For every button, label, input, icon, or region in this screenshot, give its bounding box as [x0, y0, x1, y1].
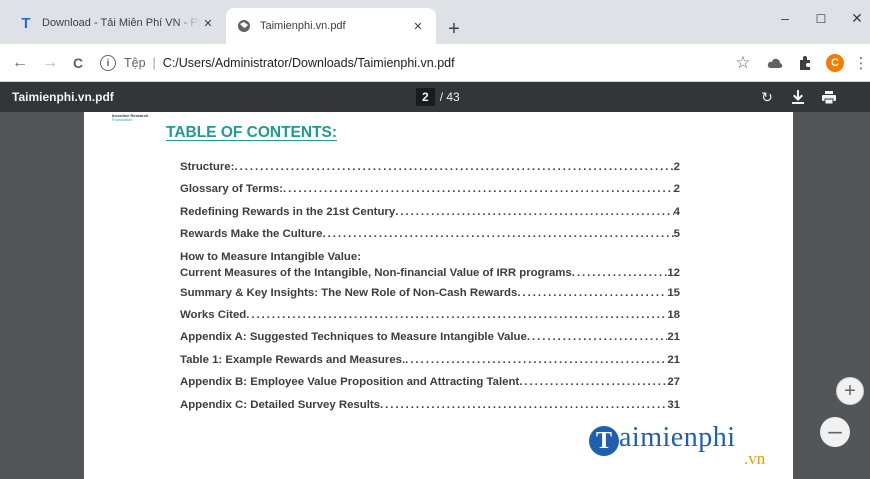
star-icon[interactable]: ☆: [734, 53, 752, 72]
tab-download[interactable]: T Download - Tải Miễn Phí VN - Ph ✕: [8, 8, 226, 44]
address-bar[interactable]: i Tệp | C:/Users/Administrator/Downloads…: [100, 49, 766, 77]
pdf-title: Taimienphi.vn.pdf: [12, 90, 114, 104]
toc-entry[interactable]: Appendix A: Suggested Techniques to Meas…: [180, 326, 680, 348]
taimienphi-watermark: T aimienphi .vn: [589, 422, 789, 474]
toc-entry[interactable]: Redefining Rewards in the 21st Century4: [180, 201, 680, 223]
reload-button[interactable]: C: [68, 53, 88, 73]
toc-entry[interactable]: Summary & Key Insights: The New Role of …: [180, 282, 680, 304]
tab-title: Download - Tải Miễn Phí VN - Ph: [42, 17, 200, 29]
toc-entry[interactable]: Rewards Make the Culture5: [180, 223, 680, 245]
pdf-page: Incentive Research Foundation TABLE OF C…: [84, 112, 793, 479]
close-icon[interactable]: ✕: [200, 15, 216, 31]
tab-strip: T Download - Tải Miễn Phí VN - Ph ✕ Taim…: [0, 0, 870, 44]
page-number-input[interactable]: 2: [416, 88, 435, 106]
minimize-button[interactable]: –: [775, 10, 795, 26]
zoom-out-button[interactable]: –: [820, 417, 850, 447]
print-icon[interactable]: [820, 88, 838, 106]
taimienphi-favicon-icon: T: [21, 14, 31, 32]
window-close-button[interactable]: ✕: [847, 10, 867, 27]
toc-entry[interactable]: Structure:2: [180, 156, 680, 178]
rotate-icon[interactable]: ↻: [758, 88, 776, 106]
scrollbar[interactable]: [862, 112, 870, 479]
url-text[interactable]: C:/Users/Administrator/Downloads/Taimien…: [163, 56, 455, 70]
pdf-viewport[interactable]: Incentive Research Foundation TABLE OF C…: [0, 112, 870, 479]
toc-entry[interactable]: How to Measure Intangible Value: Current…: [180, 246, 680, 282]
toc-entry[interactable]: Appendix C: Detailed Survey Results31: [180, 394, 680, 416]
back-button[interactable]: ←: [10, 53, 30, 73]
scheme-label: Tệp: [124, 56, 146, 70]
watermark-text: aimienphi: [619, 422, 736, 453]
zoom-in-button[interactable]: +: [836, 377, 864, 405]
profile-avatar[interactable]: C: [826, 54, 844, 72]
browser-toolbar: ← → C i Tệp | C:/Users/Administrator/Dow…: [0, 44, 870, 82]
tab-title: Taimienphi.vn.pdf: [260, 20, 346, 32]
toc-entry[interactable]: Table 1: Example Rewards and Measures.21: [180, 349, 680, 371]
toc-title: TABLE OF CONTENTS:: [166, 124, 338, 141]
page-indicator: 2 / 43: [416, 88, 460, 106]
watermark-logo-icon: T: [589, 426, 619, 456]
table-of-contents: Structure:2 Glossary of Terms:2 Redefini…: [180, 156, 680, 416]
forward-button[interactable]: →: [40, 53, 60, 73]
irf-logo: Incentive Research Foundation: [112, 114, 148, 122]
separator: |: [152, 56, 156, 70]
extension-cloud-icon[interactable]: [766, 54, 784, 72]
logo-line2: Foundation: [112, 117, 133, 122]
pdf-toolbar: Taimienphi.vn.pdf 2 / 43 ↻: [0, 82, 870, 112]
extensions-puzzle-icon[interactable]: [796, 54, 814, 72]
tab-pdf[interactable]: Taimienphi.vn.pdf ✕: [226, 8, 436, 44]
globe-icon: [236, 18, 252, 34]
download-icon[interactable]: [789, 88, 807, 106]
watermark-suffix: .vn: [744, 449, 766, 468]
info-icon[interactable]: i: [100, 55, 116, 71]
maximize-button[interactable]: ☐: [811, 12, 831, 26]
menu-icon[interactable]: ⋮: [852, 54, 870, 72]
toc-entry-heading: How to Measure Intangible Value:: [180, 250, 362, 263]
page-total: / 43: [439, 90, 460, 104]
new-tab-button[interactable]: +: [442, 19, 466, 43]
toc-entry[interactable]: Works Cited18: [180, 304, 680, 326]
close-icon[interactable]: ✕: [410, 18, 426, 34]
toc-entry[interactable]: Glossary of Terms:2: [180, 178, 680, 200]
toc-entry[interactable]: Appendix B: Employee Value Proposition a…: [180, 371, 680, 393]
